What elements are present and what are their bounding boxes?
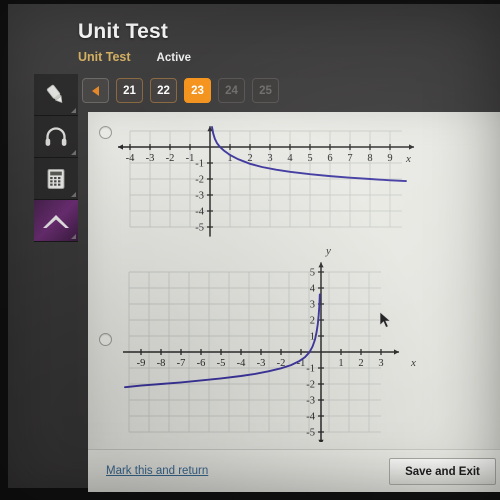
chevron-left-icon xyxy=(92,85,99,96)
graph-b-tick-labels: -9 -8 -7 -6 -5 -4 -3 -2 -1 1 2 354321-1-2-3-4-5 xyxy=(137,268,384,439)
graph-a-x-axis-label: x xyxy=(405,153,411,165)
svg-text:3: 3 xyxy=(267,153,272,164)
resize-corner-icon xyxy=(71,234,76,239)
pager-item-23-current[interactable]: 23 xyxy=(184,78,211,103)
highlighter-tool-button[interactable] xyxy=(34,74,78,116)
svg-text:-9: -9 xyxy=(137,358,146,369)
svg-text:-2: -2 xyxy=(306,380,315,391)
svg-text:-3: -3 xyxy=(306,396,315,407)
pager-item-25: 25 xyxy=(252,78,279,103)
resize-corner-icon xyxy=(71,108,76,113)
resize-corner-icon xyxy=(71,192,76,197)
pager-item-24: 24 xyxy=(218,78,245,103)
svg-text:6: 6 xyxy=(327,153,332,164)
svg-text:-1: -1 xyxy=(306,364,315,375)
svg-text:3: 3 xyxy=(378,358,383,369)
save-and-exit-button[interactable]: Save and Exit xyxy=(389,458,496,485)
calculator-icon xyxy=(47,168,65,189)
svg-text:-5: -5 xyxy=(217,358,226,369)
graph-b-axes xyxy=(123,262,399,442)
svg-text:-4: -4 xyxy=(195,207,204,218)
question-panel: -4 -3 -2 -1 1 2 3 4 5 6 7 8 9 -1 -2 -3 -4 -5 x -9 -8 -7 -6 -5… xyxy=(88,112,500,492)
test-app-window: Unit Test Unit Test Active 21 22 23 24 2… xyxy=(8,4,500,492)
svg-text:2: 2 xyxy=(358,358,363,369)
svg-text:-5: -5 xyxy=(195,223,204,234)
collapse-tool-button[interactable] xyxy=(34,200,78,242)
svg-text:9: 9 xyxy=(387,153,392,164)
graph-choice-b[interactable]: -9 -8 -7 -6 -5 -4 -3 -2 -1 1 2 354321-1-2-3-4-5 x y xyxy=(123,242,423,442)
svg-text:-2: -2 xyxy=(166,153,175,164)
status-badge: Active xyxy=(156,52,192,64)
svg-text:-5: -5 xyxy=(306,428,315,439)
chevron-up-icon xyxy=(43,214,69,228)
svg-text:4: 4 xyxy=(287,153,293,164)
svg-text:-3: -3 xyxy=(195,191,204,202)
highlighter-icon xyxy=(46,84,63,103)
pager-prev-button[interactable] xyxy=(82,78,109,103)
svg-text:8: 8 xyxy=(367,153,372,164)
question-footer: Mark this and return Save and Exit xyxy=(88,449,500,492)
svg-text:-4: -4 xyxy=(126,153,135,164)
photo-of-screen: Unit Test Unit Test Active 21 22 23 24 2… xyxy=(0,0,500,500)
tool-rail xyxy=(34,74,78,242)
headphones-icon xyxy=(45,126,67,146)
radio-choice-b[interactable] xyxy=(99,333,112,346)
svg-text:-4: -4 xyxy=(237,358,246,369)
svg-text:5: 5 xyxy=(310,268,315,279)
graph-b-curve xyxy=(124,293,321,389)
question-pager: 21 22 23 24 25 xyxy=(82,78,279,103)
tab-unit-test[interactable]: Unit Test xyxy=(78,50,131,64)
graph-choice-a[interactable]: -4 -3 -2 -1 1 2 3 4 5 6 7 8 9-1-2-3-4-5 x xyxy=(118,114,418,239)
calculator-tool-button[interactable] xyxy=(34,158,78,200)
svg-text:-4: -4 xyxy=(306,412,315,423)
resize-corner-icon xyxy=(71,150,76,155)
breadcrumb: Unit Test Active xyxy=(78,50,191,64)
graph-b-y-axis-label: y xyxy=(325,245,331,257)
svg-text:-7: -7 xyxy=(177,358,186,369)
mark-this-and-return-link[interactable]: Mark this and return xyxy=(106,465,208,477)
graph-b-x-axis-label: x xyxy=(410,357,416,369)
svg-text:-8: -8 xyxy=(157,358,166,369)
pager-item-21[interactable]: 21 xyxy=(116,78,143,103)
svg-text:-3: -3 xyxy=(257,358,266,369)
svg-text:-1: -1 xyxy=(186,153,195,164)
svg-text:1: 1 xyxy=(338,358,343,369)
svg-text:7: 7 xyxy=(347,153,352,164)
svg-text:-6: -6 xyxy=(197,358,206,369)
radio-choice-a[interactable] xyxy=(99,126,112,139)
graph-a-axes xyxy=(118,126,414,237)
audio-tool-button[interactable] xyxy=(34,116,78,158)
svg-text:4: 4 xyxy=(310,284,316,295)
svg-text:-1: -1 xyxy=(195,159,204,170)
answer-choices-area: -4 -3 -2 -1 1 2 3 4 5 6 7 8 9 -1 -2 -3 -4 -5 x -9 -8 -7 -6 -5… xyxy=(88,112,500,450)
svg-text:-2: -2 xyxy=(195,175,204,186)
svg-text:5: 5 xyxy=(307,153,312,164)
svg-text:3: 3 xyxy=(310,300,315,311)
svg-text:2: 2 xyxy=(310,316,315,327)
graph-a-tick-labels: -4 -3 -2 -1 1 2 3 4 5 6 7 8 9-1-2-3-4-5 xyxy=(126,153,393,234)
page-title: Unit Test xyxy=(78,20,169,43)
svg-text:-3: -3 xyxy=(146,153,155,164)
pager-item-22[interactable]: 22 xyxy=(150,78,177,103)
